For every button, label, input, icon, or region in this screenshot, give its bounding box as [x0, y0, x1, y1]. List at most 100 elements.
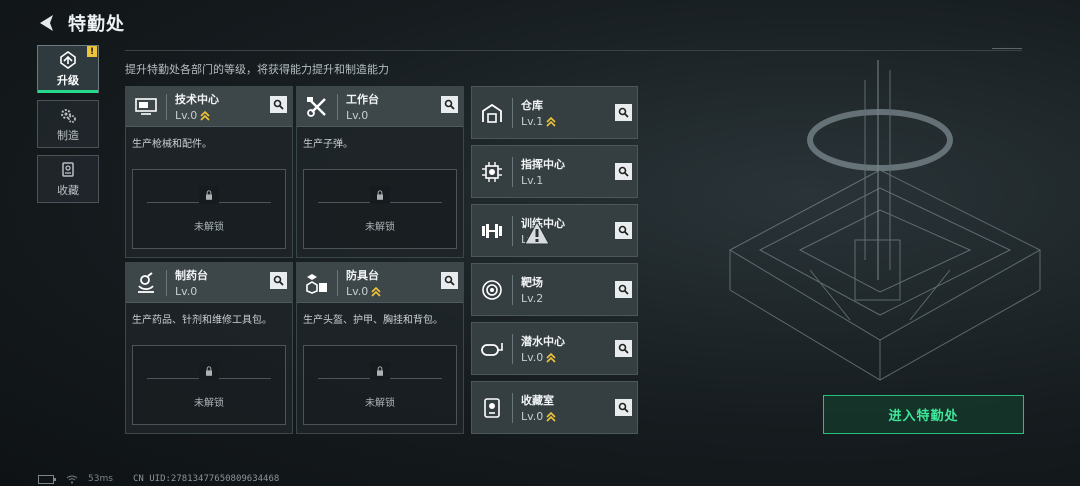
- trophy-icon: [478, 394, 506, 422]
- locked-label: 未解锁: [194, 221, 224, 233]
- chip-icon: [478, 158, 506, 186]
- facility-level: Lv.1: [521, 174, 565, 187]
- card-title-block: 防具台 Lv.0: [346, 267, 381, 298]
- gear-icon: [61, 108, 76, 123]
- separator: [512, 274, 513, 305]
- search-icon: [618, 225, 629, 236]
- computer-icon: [132, 93, 160, 121]
- warning-icon: [524, 221, 550, 245]
- card-title-block: 靶场 Lv.2: [521, 274, 543, 305]
- facility-level: Lv.1: [521, 115, 556, 128]
- armor-icon: [303, 269, 331, 297]
- card-header: 防具台 Lv.0: [297, 263, 463, 303]
- header: 特勤处: [36, 8, 125, 38]
- department-card-tech-center[interactable]: 技术中心 Lv.0 生产枪械和配件。 未解锁: [125, 86, 293, 258]
- page-description: 提升特勤处各部门的等级，将获得能力提升和制造能力: [125, 63, 389, 76]
- lock-icon: [199, 185, 219, 204]
- department-card-armor[interactable]: 防具台 Lv.0 生产头盔、护甲、胸挂和背包。 未解锁: [296, 262, 464, 434]
- separator: [512, 333, 513, 364]
- base-illustration: [728, 60, 1042, 381]
- inspect-button[interactable]: [270, 96, 287, 113]
- facility-card-command-center[interactable]: 指挥中心 Lv.1: [471, 145, 638, 198]
- header-divider: [125, 48, 1022, 51]
- nav-item-collection[interactable]: 收藏: [37, 155, 99, 203]
- department-level: Lv.0: [175, 285, 208, 298]
- search-icon: [618, 107, 629, 118]
- back-button[interactable]: [36, 12, 58, 34]
- collection-icon: [62, 161, 74, 177]
- department-name: 技术中心: [175, 93, 219, 106]
- level-text: Lv.0: [521, 410, 544, 423]
- nav-label: 制造: [57, 128, 79, 142]
- department-card-pharmacy[interactable]: 制药台 Lv.0 生产药品、针剂和维修工具包。 未解锁: [125, 262, 293, 434]
- level-text: Lv.0: [521, 351, 544, 364]
- department-level: Lv.0: [346, 109, 379, 122]
- inspect-button[interactable]: [615, 163, 632, 180]
- card-title-block: 技术中心 Lv.0: [175, 91, 219, 122]
- page-title: 特勤处: [68, 14, 125, 35]
- nav-item-craft[interactable]: 制造: [37, 100, 99, 148]
- level-text: Lv.1: [521, 115, 544, 128]
- warehouse-icon: [478, 99, 506, 127]
- nav-label: 升级: [57, 73, 79, 87]
- inspect-button[interactable]: [441, 96, 458, 113]
- lock-icon: [199, 361, 219, 380]
- facility-card-collection-room[interactable]: 收藏室 Lv.0: [471, 381, 638, 434]
- locked-label: 未解锁: [365, 221, 395, 233]
- diving-mask-icon: [478, 335, 506, 363]
- facility-name: 收藏室: [521, 394, 554, 407]
- upgrade-icon: [60, 50, 76, 69]
- alert-badge: !: [87, 46, 97, 57]
- nav-label: 收藏: [57, 183, 79, 197]
- upgrade-available-icon: [371, 286, 381, 297]
- wifi-icon: [66, 475, 78, 483]
- locked-label: 未解锁: [194, 397, 224, 409]
- status-bar: 53ms: [38, 474, 113, 484]
- enter-special-ops-button[interactable]: 进入特勤处: [823, 395, 1024, 434]
- inspect-button[interactable]: [615, 399, 632, 416]
- locked-slot: 未解锁: [132, 169, 286, 249]
- card-header: 制药台 Lv.0: [126, 263, 292, 303]
- separator: [166, 269, 167, 296]
- level-text: Lv.0: [346, 285, 369, 298]
- facility-card-shooting-range[interactable]: 靶场 Lv.2: [471, 263, 638, 316]
- target-icon: [478, 276, 506, 304]
- lock-icon: [370, 361, 390, 380]
- inspect-button[interactable]: [615, 104, 632, 121]
- inspect-button[interactable]: [441, 272, 458, 289]
- card-header: 工作台 Lv.0: [297, 87, 463, 127]
- department-name: 工作台: [346, 93, 379, 106]
- separator: [512, 156, 513, 187]
- locked-slot: 未解锁: [132, 345, 286, 425]
- card-title-block: 制药台 Lv.0: [175, 267, 208, 298]
- department-description: 生产子弹。: [303, 139, 353, 150]
- separator: [337, 269, 338, 296]
- upgrade-available-icon: [546, 116, 556, 127]
- card-header: 技术中心 Lv.0: [126, 87, 292, 127]
- inspect-button[interactable]: [615, 222, 632, 239]
- department-level: Lv.0: [175, 109, 219, 122]
- side-nav: ! 升级 制造 收藏: [37, 45, 99, 210]
- department-card-workbench[interactable]: 工作台 Lv.0 生产子弹。 未解锁: [296, 86, 464, 258]
- search-icon: [444, 99, 455, 110]
- separator: [337, 93, 338, 120]
- card-title-block: 工作台 Lv.0: [346, 91, 379, 122]
- search-icon: [444, 275, 455, 286]
- facility-card-training-center[interactable]: 训练中心 Lv.0: [471, 204, 638, 257]
- department-name: 制药台: [175, 269, 208, 282]
- card-title-block: 指挥中心 Lv.1: [521, 156, 565, 187]
- nav-item-upgrade[interactable]: ! 升级: [37, 45, 99, 93]
- department-level: Lv.0: [346, 285, 381, 298]
- microscope-icon: [132, 269, 160, 297]
- separator: [512, 392, 513, 423]
- facility-card-diving-center[interactable]: 潜水中心 Lv.0: [471, 322, 638, 375]
- search-icon: [273, 99, 284, 110]
- back-arrow-icon: [40, 15, 53, 31]
- inspect-button[interactable]: [615, 281, 632, 298]
- search-icon: [618, 402, 629, 413]
- special-ops-screen: 特勤处 提升特勤处各部门的等级，将获得能力提升和制造能力 ! 升级 制造 收藏 …: [0, 0, 1080, 486]
- facility-card-warehouse[interactable]: 仓库 Lv.1: [471, 86, 638, 139]
- inspect-button[interactable]: [270, 272, 287, 289]
- inspect-button[interactable]: [615, 340, 632, 357]
- enter-button-label: 进入特勤处: [888, 409, 959, 424]
